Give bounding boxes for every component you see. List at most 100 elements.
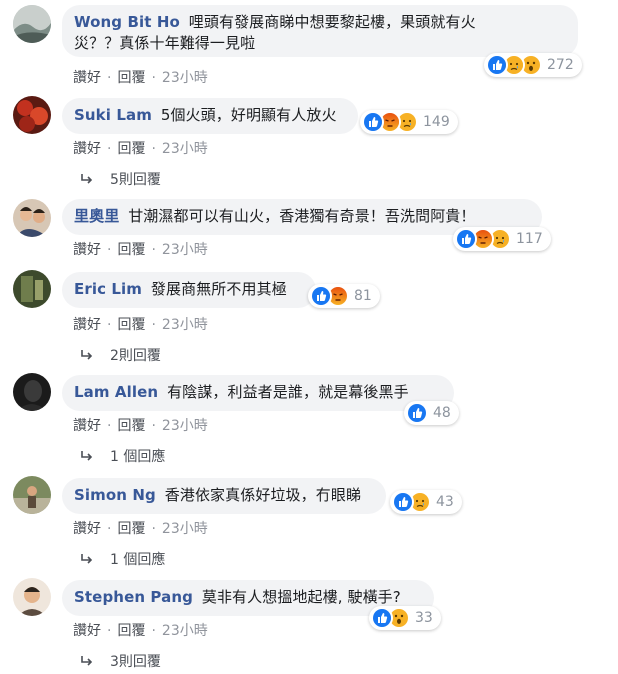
reply-arrow-icon [81, 554, 93, 564]
like-icon [486, 54, 508, 76]
separator: · [107, 418, 112, 434]
reaction-count: 272 [547, 57, 574, 73]
avatar[interactable] [13, 373, 51, 411]
like-link[interactable]: 讚好 [73, 418, 101, 434]
like-icon [371, 607, 393, 629]
reply-count: 2則回覆 [110, 348, 161, 364]
timestamp[interactable]: 23小時 [162, 242, 208, 258]
separator: · [151, 141, 156, 157]
comment-author[interactable]: 里奧里 [74, 207, 119, 225]
reply-count: 5則回覆 [110, 172, 161, 188]
reply-count: 1 個回應 [110, 449, 166, 465]
comment-bubble: Eric Lim 發展商無所不用其極 [62, 272, 316, 308]
timestamp[interactable]: 23小時 [162, 70, 208, 86]
like-link[interactable]: 讚好 [73, 317, 101, 333]
reaction-summary[interactable]: 149 [360, 110, 458, 134]
separator: · [107, 623, 112, 639]
like-icon [406, 402, 428, 424]
avatar[interactable] [13, 476, 51, 514]
comment-bubble: Lam Allen 有陰謀，利益者是誰，就是幕後黑手 [62, 375, 454, 411]
avatar[interactable] [13, 96, 51, 134]
timestamp[interactable]: 23小時 [162, 623, 208, 639]
reply-link[interactable]: 回覆 [117, 70, 145, 86]
reply-link[interactable]: 回覆 [117, 242, 145, 258]
reaction-summary[interactable]: 117 [453, 227, 551, 251]
reply-arrow-icon [81, 350, 93, 360]
separator: · [151, 317, 156, 333]
separator: · [107, 141, 112, 157]
view-replies-link[interactable]: 1 個回應 [80, 446, 165, 466]
comment-author[interactable]: Suki Lam [74, 106, 152, 124]
comment-author[interactable]: Lam Allen [74, 383, 158, 401]
reply-count: 1 個回應 [110, 552, 166, 568]
reaction-summary[interactable]: 48 [404, 401, 459, 425]
comment-bubble: Suki Lam 5個火頭，好明顯有人放火 [62, 98, 358, 134]
view-replies-link[interactable]: 5則回覆 [80, 169, 161, 189]
comment-author[interactable]: Eric Lim [74, 280, 142, 298]
comment-text: 災？？真係十年難得一見啦 [74, 34, 256, 52]
reply-link[interactable]: 回覆 [117, 317, 145, 333]
reaction-count: 81 [354, 288, 372, 304]
timestamp[interactable]: 23小時 [162, 141, 208, 157]
comment-bubble: Wong Bit Ho 哩頭有發展商睇中想要黎起樓，果頭就有火 災？？真係十年難… [62, 5, 578, 57]
separator: · [107, 242, 112, 258]
avatar[interactable] [13, 5, 51, 43]
comment-text: 莫非有人想搵地起樓, 駛橫手? [201, 588, 401, 606]
separator: · [107, 70, 112, 86]
reaction-count: 43 [436, 494, 454, 510]
avatar[interactable] [13, 199, 51, 237]
comment-author[interactable]: Wong Bit Ho [74, 13, 180, 31]
comment-text: 香港依家真係好垃圾，冇眼睇 [164, 486, 362, 504]
separator: · [151, 70, 156, 86]
view-replies-link[interactable]: 2則回覆 [80, 345, 161, 365]
view-replies-link[interactable]: 1 個回應 [80, 549, 165, 569]
like-icon [455, 228, 477, 250]
avatar[interactable] [13, 270, 51, 308]
timestamp[interactable]: 23小時 [162, 418, 208, 434]
like-icon [362, 111, 384, 133]
reaction-count: 149 [423, 114, 450, 130]
like-link[interactable]: 讚好 [73, 521, 101, 537]
reaction-count: 48 [433, 405, 451, 421]
comment-bubble: Simon Ng 香港依家真係好垃圾，冇眼睇 [62, 478, 386, 514]
comment-actions: 讚好 · 回覆 · 23小時 [73, 314, 208, 334]
reply-arrow-icon [81, 656, 93, 666]
comment-text: 甘潮濕都可以有山火，香港獨有奇景！吾洗問阿貴！ [128, 207, 476, 225]
comment-actions: 讚好 · 回覆 · 23小時 [73, 620, 208, 640]
reaction-summary[interactable]: 81 [308, 284, 380, 308]
reaction-count: 33 [415, 610, 433, 626]
timestamp[interactable]: 23小時 [162, 521, 208, 537]
comment-thread: Wong Bit Ho 哩頭有發展商睇中想要黎起樓，果頭就有火 災？？真係十年難… [0, 0, 618, 674]
separator: · [107, 521, 112, 537]
reply-link[interactable]: 回覆 [117, 418, 145, 434]
reply-arrow-icon [81, 451, 93, 461]
comment-author[interactable]: Simon Ng [74, 486, 156, 504]
comment-actions: 讚好 · 回覆 · 23小時 [73, 518, 208, 538]
timestamp[interactable]: 23小時 [162, 317, 208, 333]
comment-author[interactable]: Stephen Pang [74, 588, 193, 606]
avatar[interactable] [13, 578, 51, 616]
comment-text: 5個火頭，好明顯有人放火 [160, 106, 337, 124]
comment-text: 哩頭有發展商睇中想要黎起樓，果頭就有火 [188, 13, 476, 31]
like-link[interactable]: 讚好 [73, 70, 101, 86]
like-link[interactable]: 讚好 [73, 242, 101, 258]
separator: · [151, 623, 156, 639]
separator: · [151, 521, 156, 537]
reaction-summary[interactable]: 272 [484, 53, 582, 77]
like-link[interactable]: 讚好 [73, 141, 101, 157]
reply-count: 3則回覆 [110, 654, 161, 670]
reaction-summary[interactable]: 43 [390, 490, 462, 514]
comment-text: 有陰謀，利益者是誰，就是幕後黑手 [167, 383, 409, 401]
view-replies-link[interactable]: 3則回覆 [80, 651, 161, 671]
comment-actions: 讚好 · 回覆 · 23小時 [73, 67, 208, 87]
reply-link[interactable]: 回覆 [117, 623, 145, 639]
reply-arrow-icon [81, 174, 93, 184]
reply-link[interactable]: 回覆 [117, 141, 145, 157]
separator: · [151, 242, 156, 258]
separator: · [151, 418, 156, 434]
reaction-count: 117 [516, 231, 543, 247]
like-icon [310, 285, 332, 307]
like-link[interactable]: 讚好 [73, 623, 101, 639]
reply-link[interactable]: 回覆 [117, 521, 145, 537]
reaction-summary[interactable]: 33 [369, 606, 441, 630]
